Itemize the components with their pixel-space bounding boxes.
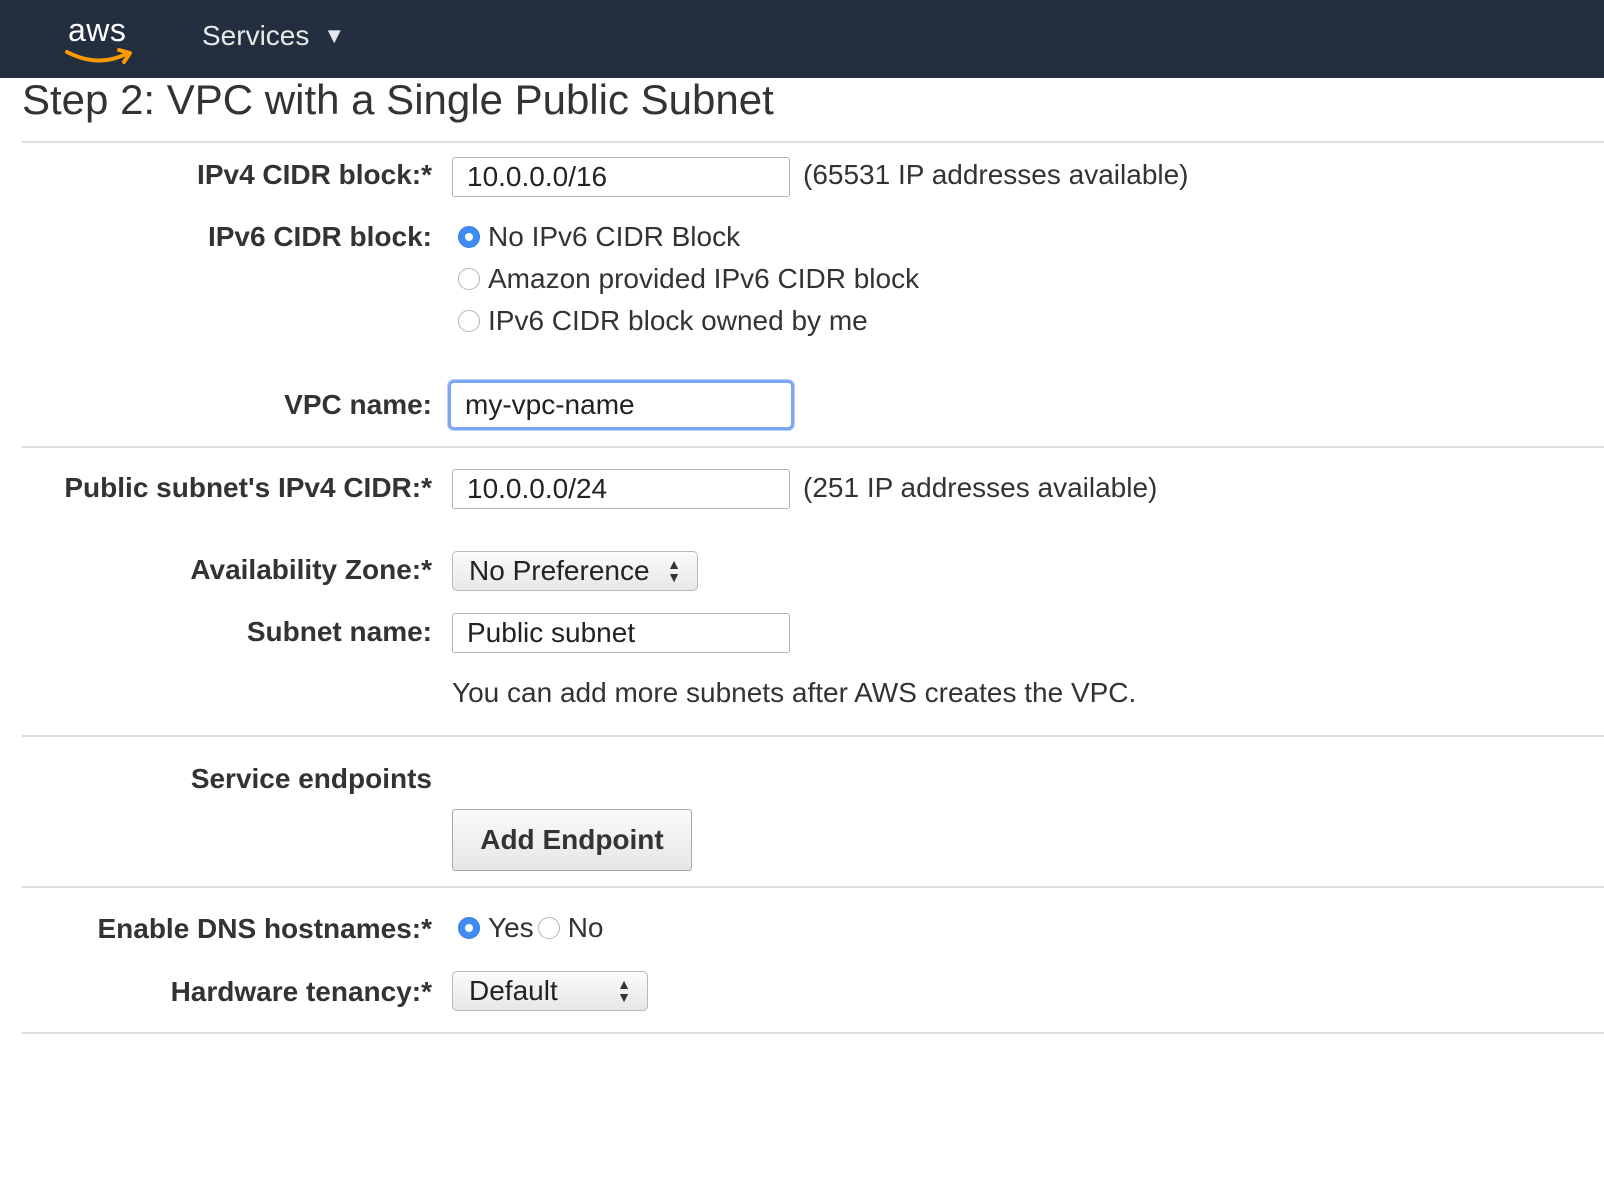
dns-option-yes-label: Yes [488,912,534,943]
subnet-name-label: Subnet name: [246,616,432,647]
ipv6-option-label: Amazon provided IPv6 CIDR block [488,263,920,294]
ipv6-cidr-label: IPv6 CIDR block: [207,221,432,252]
radio-button[interactable] [458,268,480,290]
ipv6-option-label: No IPv6 CIDR Block [488,221,741,252]
divider [22,446,1604,448]
ipv6-option-none[interactable]: No IPv6 CIDR Block [458,221,740,253]
public-subnet-cidr-input[interactable] [452,469,790,509]
public-subnet-cidr-label: Public subnet's IPv4 CIDR:* [64,472,432,503]
dns-option-no-label: No [567,912,604,943]
radio-button-selected[interactable] [458,917,480,939]
vpc-name-label: VPC name: [284,389,432,420]
services-label: Services [202,20,310,51]
page-title: Step 2: VPC with a Single Public Subnet [22,76,774,123]
select-arrows-icon: ▲ ▼ [617,976,631,1005]
ipv6-option-label: IPv6 CIDR block owned by me [488,305,868,336]
caret-down-icon: ▼ [323,23,346,48]
ipv4-cidr-label: IPv4 CIDR block:* [197,159,432,190]
dns-hostnames-label: Enable DNS hostnames:* [97,913,432,944]
aws-logo-text: aws [68,12,127,48]
vpc-name-input[interactable] [448,380,794,430]
ipv6-option-owned[interactable]: IPv6 CIDR block owned by me [458,305,868,337]
subnet-availability-hint: (251 IP addresses available) [803,472,1158,503]
add-endpoint-button[interactable]: Add Endpoint [452,809,692,871]
availability-zone-label: Availability Zone:* [190,554,432,585]
aws-smile-icon [65,48,132,64]
divider [22,141,1604,143]
hardware-tenancy-select[interactable]: Default ▲ ▼ [452,971,648,1011]
ipv4-cidr-input[interactable] [452,157,790,197]
divider [22,735,1604,737]
availability-zone-value: No Preference [469,555,650,586]
services-menu[interactable]: Services ▼ [202,20,345,52]
ipv6-option-amazon[interactable]: Amazon provided IPv6 CIDR block [458,263,919,295]
select-arrows-icon: ▲ ▼ [667,556,681,585]
divider [22,886,1604,888]
subnet-name-input[interactable] [452,613,790,653]
radio-button-selected[interactable] [458,226,480,248]
ipv4-availability-hint: (65531 IP addresses available) [803,159,1189,190]
hardware-tenancy-label: Hardware tenancy:* [170,976,432,1007]
top-navigation-bar: aws Services ▼ [0,0,1604,78]
dns-hostnames-options: Yes No [458,912,603,944]
hardware-tenancy-value: Default [469,975,558,1006]
radio-button[interactable] [458,310,480,332]
aws-logo[interactable]: aws [62,10,142,66]
service-endpoints-label: Service endpoints [190,763,432,794]
subnet-note: You can add more subnets after AWS creat… [452,677,1137,708]
availability-zone-select[interactable]: No Preference ▲ ▼ [452,551,698,591]
divider [22,1032,1604,1034]
radio-button[interactable] [537,917,560,939]
